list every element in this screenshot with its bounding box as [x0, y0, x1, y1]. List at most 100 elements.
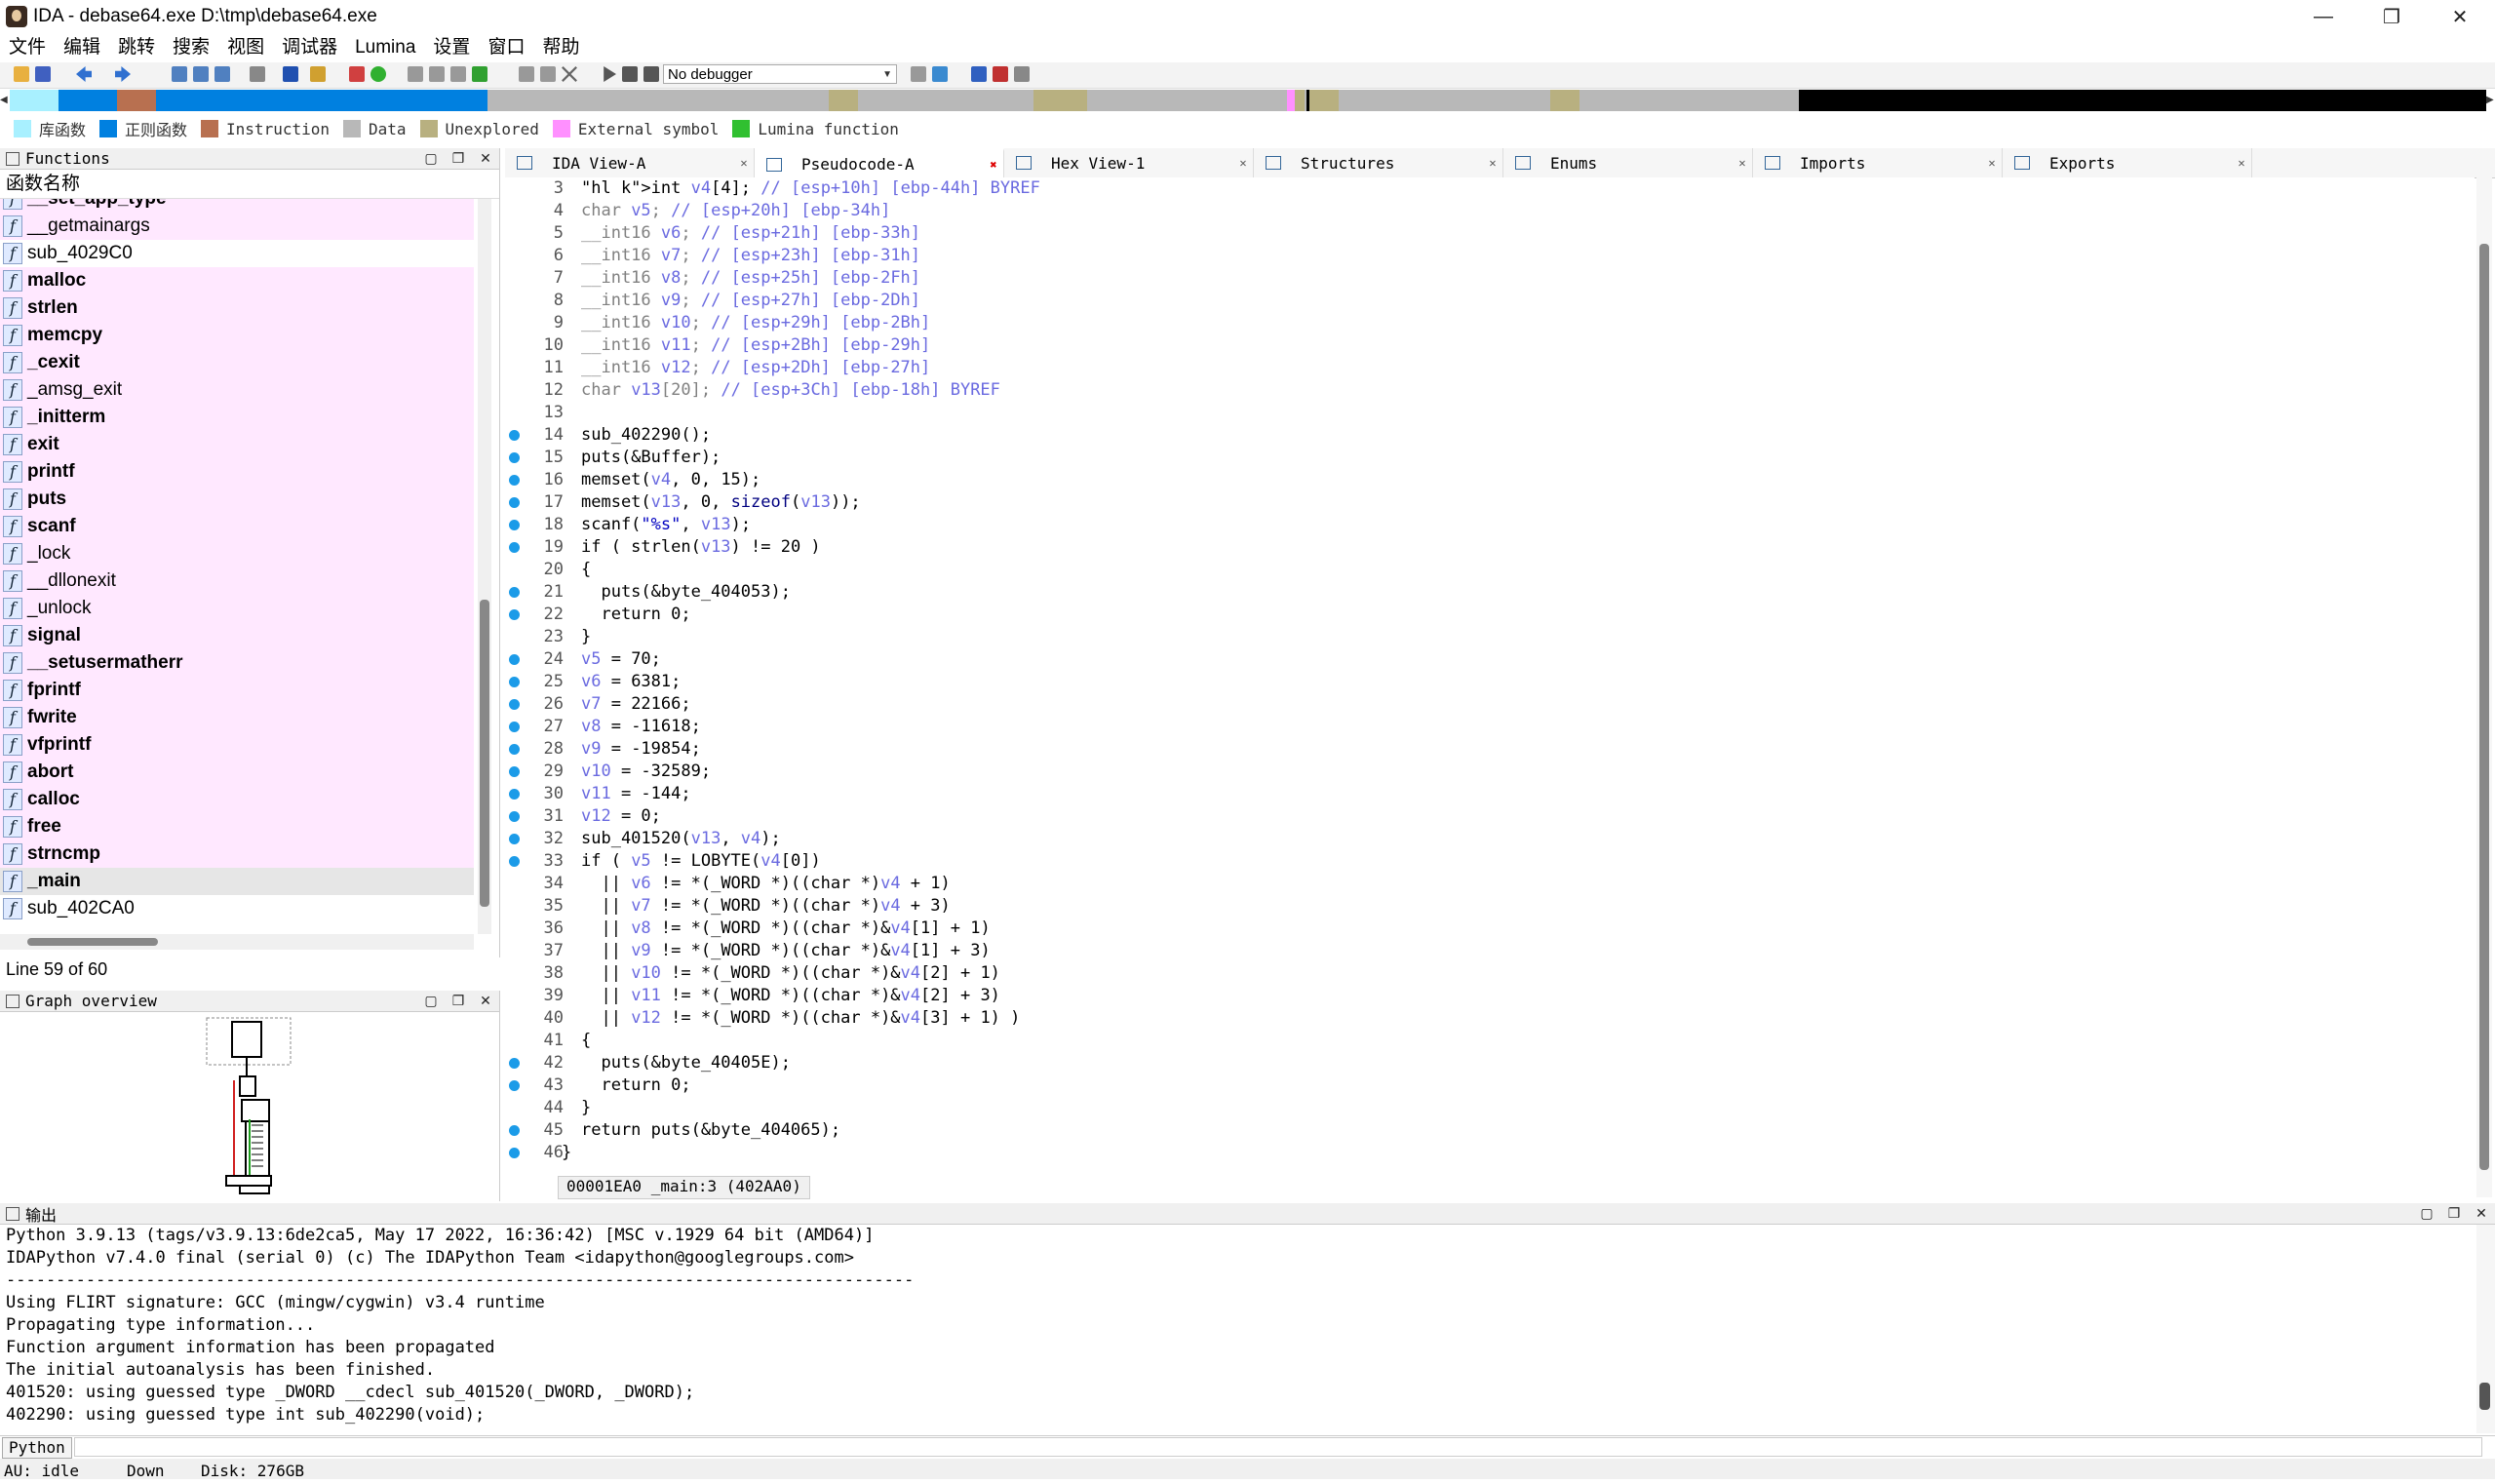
menu-item-8[interactable]: 窗口 — [479, 33, 533, 62]
function-row[interactable]: f __set_app_type — [0, 199, 474, 213]
code-line[interactable]: 27 v8 = -11618; — [505, 716, 2475, 738]
function-row[interactable]: f puts — [0, 486, 474, 513]
code-line[interactable]: 11 __int16 v12; // [esp+2Dh] [ebp-27h] — [505, 357, 2475, 379]
save-icon[interactable] — [35, 66, 51, 82]
function-row[interactable]: f _unlock — [0, 595, 474, 622]
code-line[interactable]: 45 return puts(&byte_404065); — [505, 1119, 2475, 1142]
float-icon[interactable]: ❐ — [445, 993, 472, 1009]
back-arrow-icon[interactable] — [76, 66, 92, 82]
function-row[interactable]: f _cexit — [0, 349, 474, 376]
code-line[interactable]: 3 "hl k">int v4[4]; // [esp+10h] [ebp-44h… — [505, 177, 2475, 200]
tab-close-icon[interactable]: ✕ — [734, 156, 754, 170]
code-line[interactable]: 18 scanf("%s", v13); — [505, 514, 2475, 536]
nav-right-arrow-icon[interactable]: ▶ — [2486, 90, 2495, 111]
tool-d-icon[interactable] — [472, 66, 487, 82]
function-row[interactable]: f sub_402CA0 — [0, 895, 474, 922]
cli-language-button[interactable]: Python — [2, 1437, 72, 1459]
tab-enums[interactable]: Enums ✕ — [1503, 148, 1753, 177]
function-row[interactable]: f sub_4029C0 — [0, 240, 474, 267]
tab-pseudocode-a[interactable]: Pseudocode-A ✖ — [755, 148, 1004, 177]
tool-c-icon[interactable] — [450, 66, 466, 82]
run-circle-icon[interactable] — [370, 66, 386, 82]
pause-icon[interactable] — [622, 66, 638, 82]
code-line[interactable]: 7 __int16 v8; // [esp+25h] [ebp-2Fh] — [505, 267, 2475, 290]
code-line[interactable]: 28 v9 = -19854; — [505, 738, 2475, 761]
function-row[interactable]: f abort — [0, 759, 474, 786]
tab-close-icon[interactable]: ✕ — [1733, 156, 1752, 170]
function-row[interactable]: f signal — [0, 622, 474, 649]
command-input[interactable] — [74, 1437, 2482, 1457]
debug-b-icon[interactable] — [932, 66, 948, 82]
maximize-icon[interactable]: ▢ — [417, 150, 445, 167]
code-line[interactable]: 33 if ( v5 != LOBYTE(v4[0]) — [505, 850, 2475, 873]
function-row[interactable]: f _initterm — [0, 404, 474, 431]
function-row[interactable]: f malloc — [0, 267, 474, 294]
open-icon[interactable] — [14, 66, 29, 82]
function-row[interactable]: f vfprintf — [0, 731, 474, 759]
tab-exports[interactable]: Exports ✕ — [2003, 148, 2252, 177]
close-icon[interactable]: ✕ — [472, 993, 499, 1009]
function-row[interactable]: f scanf — [0, 513, 474, 540]
debugger-select[interactable]: No debugger ▼ — [663, 64, 897, 84]
tab-close-icon[interactable]: ✕ — [1982, 156, 2002, 170]
menu-item-7[interactable]: 设置 — [424, 33, 479, 62]
maximize-icon[interactable]: ▢ — [2413, 1205, 2440, 1222]
float-icon[interactable]: ❐ — [2440, 1205, 2468, 1222]
debug-c-icon[interactable] — [971, 66, 987, 82]
tool-a-icon[interactable] — [408, 66, 423, 82]
menu-item-5[interactable]: 调试器 — [273, 33, 346, 62]
code-line[interactable]: 10 __int16 v11; // [esp+2Bh] [ebp-29h] — [505, 334, 2475, 357]
code-line[interactable]: 20 { — [505, 559, 2475, 581]
stop-icon[interactable] — [643, 66, 659, 82]
close-window-button[interactable]: ✕ — [2426, 0, 2494, 33]
menu-item-1[interactable]: 编辑 — [55, 33, 109, 62]
function-row[interactable]: f memcpy — [0, 322, 474, 349]
cross-icon[interactable] — [562, 66, 577, 82]
code-line[interactable]: 16 memset(v4, 0, 15); — [505, 469, 2475, 491]
function-row[interactable]: f _amsg_exit — [0, 376, 474, 404]
code-line[interactable]: 4 char v5; // [esp+20h] [ebp-34h] — [505, 200, 2475, 222]
copy-icon[interactable] — [172, 66, 187, 82]
code-line[interactable]: 32 sub_401520(v13, v4); — [505, 828, 2475, 850]
function-row[interactable]: f strlen — [0, 294, 474, 322]
navigation-band[interactable] — [10, 90, 2486, 111]
function-row[interactable]: f exit — [0, 431, 474, 458]
graph-icon[interactable] — [349, 66, 365, 82]
function-row[interactable]: f __dllonexit — [0, 567, 474, 595]
code-line[interactable]: 26 v7 = 22166; — [505, 693, 2475, 716]
output-log[interactable]: Python 3.9.13 (tags/v3.9.13:6de2ca5, May… — [0, 1225, 2476, 1433]
debug-e-icon[interactable] — [1014, 66, 1030, 82]
code-line[interactable]: 35 || v7 != *(_WORD *)((char *)v4 + 3) — [505, 895, 2475, 918]
code-line[interactable]: 41 { — [505, 1030, 2475, 1052]
pseudocode-scroll-thumb[interactable] — [2479, 244, 2489, 1170]
code-line[interactable]: 12 char v13[20]; // [esp+3Ch] [ebp-18h] B… — [505, 379, 2475, 402]
menu-item-3[interactable]: 搜索 — [164, 33, 218, 62]
code-line[interactable]: 43 return 0; — [505, 1074, 2475, 1097]
tab-structures[interactable]: Structures ✕ — [1254, 148, 1503, 177]
script-icon[interactable] — [310, 66, 326, 82]
function-row[interactable]: f __getmainargs — [0, 213, 474, 240]
functions-hscroll-thumb[interactable] — [27, 938, 158, 946]
function-row[interactable]: f free — [0, 813, 474, 840]
code-line[interactable]: 17 memset(v13, 0, sizeof(v13)); — [505, 491, 2475, 514]
code-line[interactable]: 19 if ( strlen(v13) != 20 ) — [505, 536, 2475, 559]
code-line[interactable]: 29 v10 = -32589; — [505, 761, 2475, 783]
code-line[interactable]: 5 __int16 v6; // [esp+21h] [ebp-33h] — [505, 222, 2475, 245]
menu-item-2[interactable]: 跳转 — [109, 33, 164, 62]
play-icon[interactable] — [604, 66, 616, 82]
function-row[interactable]: f fprintf — [0, 677, 474, 704]
tool-e-icon[interactable] — [519, 66, 534, 82]
code-line[interactable]: 15 puts(&Buffer); — [505, 447, 2475, 469]
tab-close-icon[interactable]: ✕ — [1483, 156, 1502, 170]
menu-item-0[interactable]: 文件 — [0, 33, 55, 62]
search-text-icon[interactable] — [193, 66, 209, 82]
forward-arrow-icon[interactable] — [115, 66, 131, 82]
code-line[interactable]: 9 __int16 v10; // [esp+29h] [ebp-2Bh] — [505, 312, 2475, 334]
code-line[interactable]: 22 return 0; — [505, 604, 2475, 626]
menu-item-9[interactable]: 帮助 — [533, 33, 588, 62]
function-row[interactable]: f _lock — [0, 540, 474, 567]
code-line[interactable]: 30 v11 = -144; — [505, 783, 2475, 805]
functions-scroll-thumb[interactable] — [480, 600, 489, 907]
code-line[interactable]: 23} — [505, 626, 2475, 648]
close-icon[interactable]: ✕ — [472, 150, 499, 167]
